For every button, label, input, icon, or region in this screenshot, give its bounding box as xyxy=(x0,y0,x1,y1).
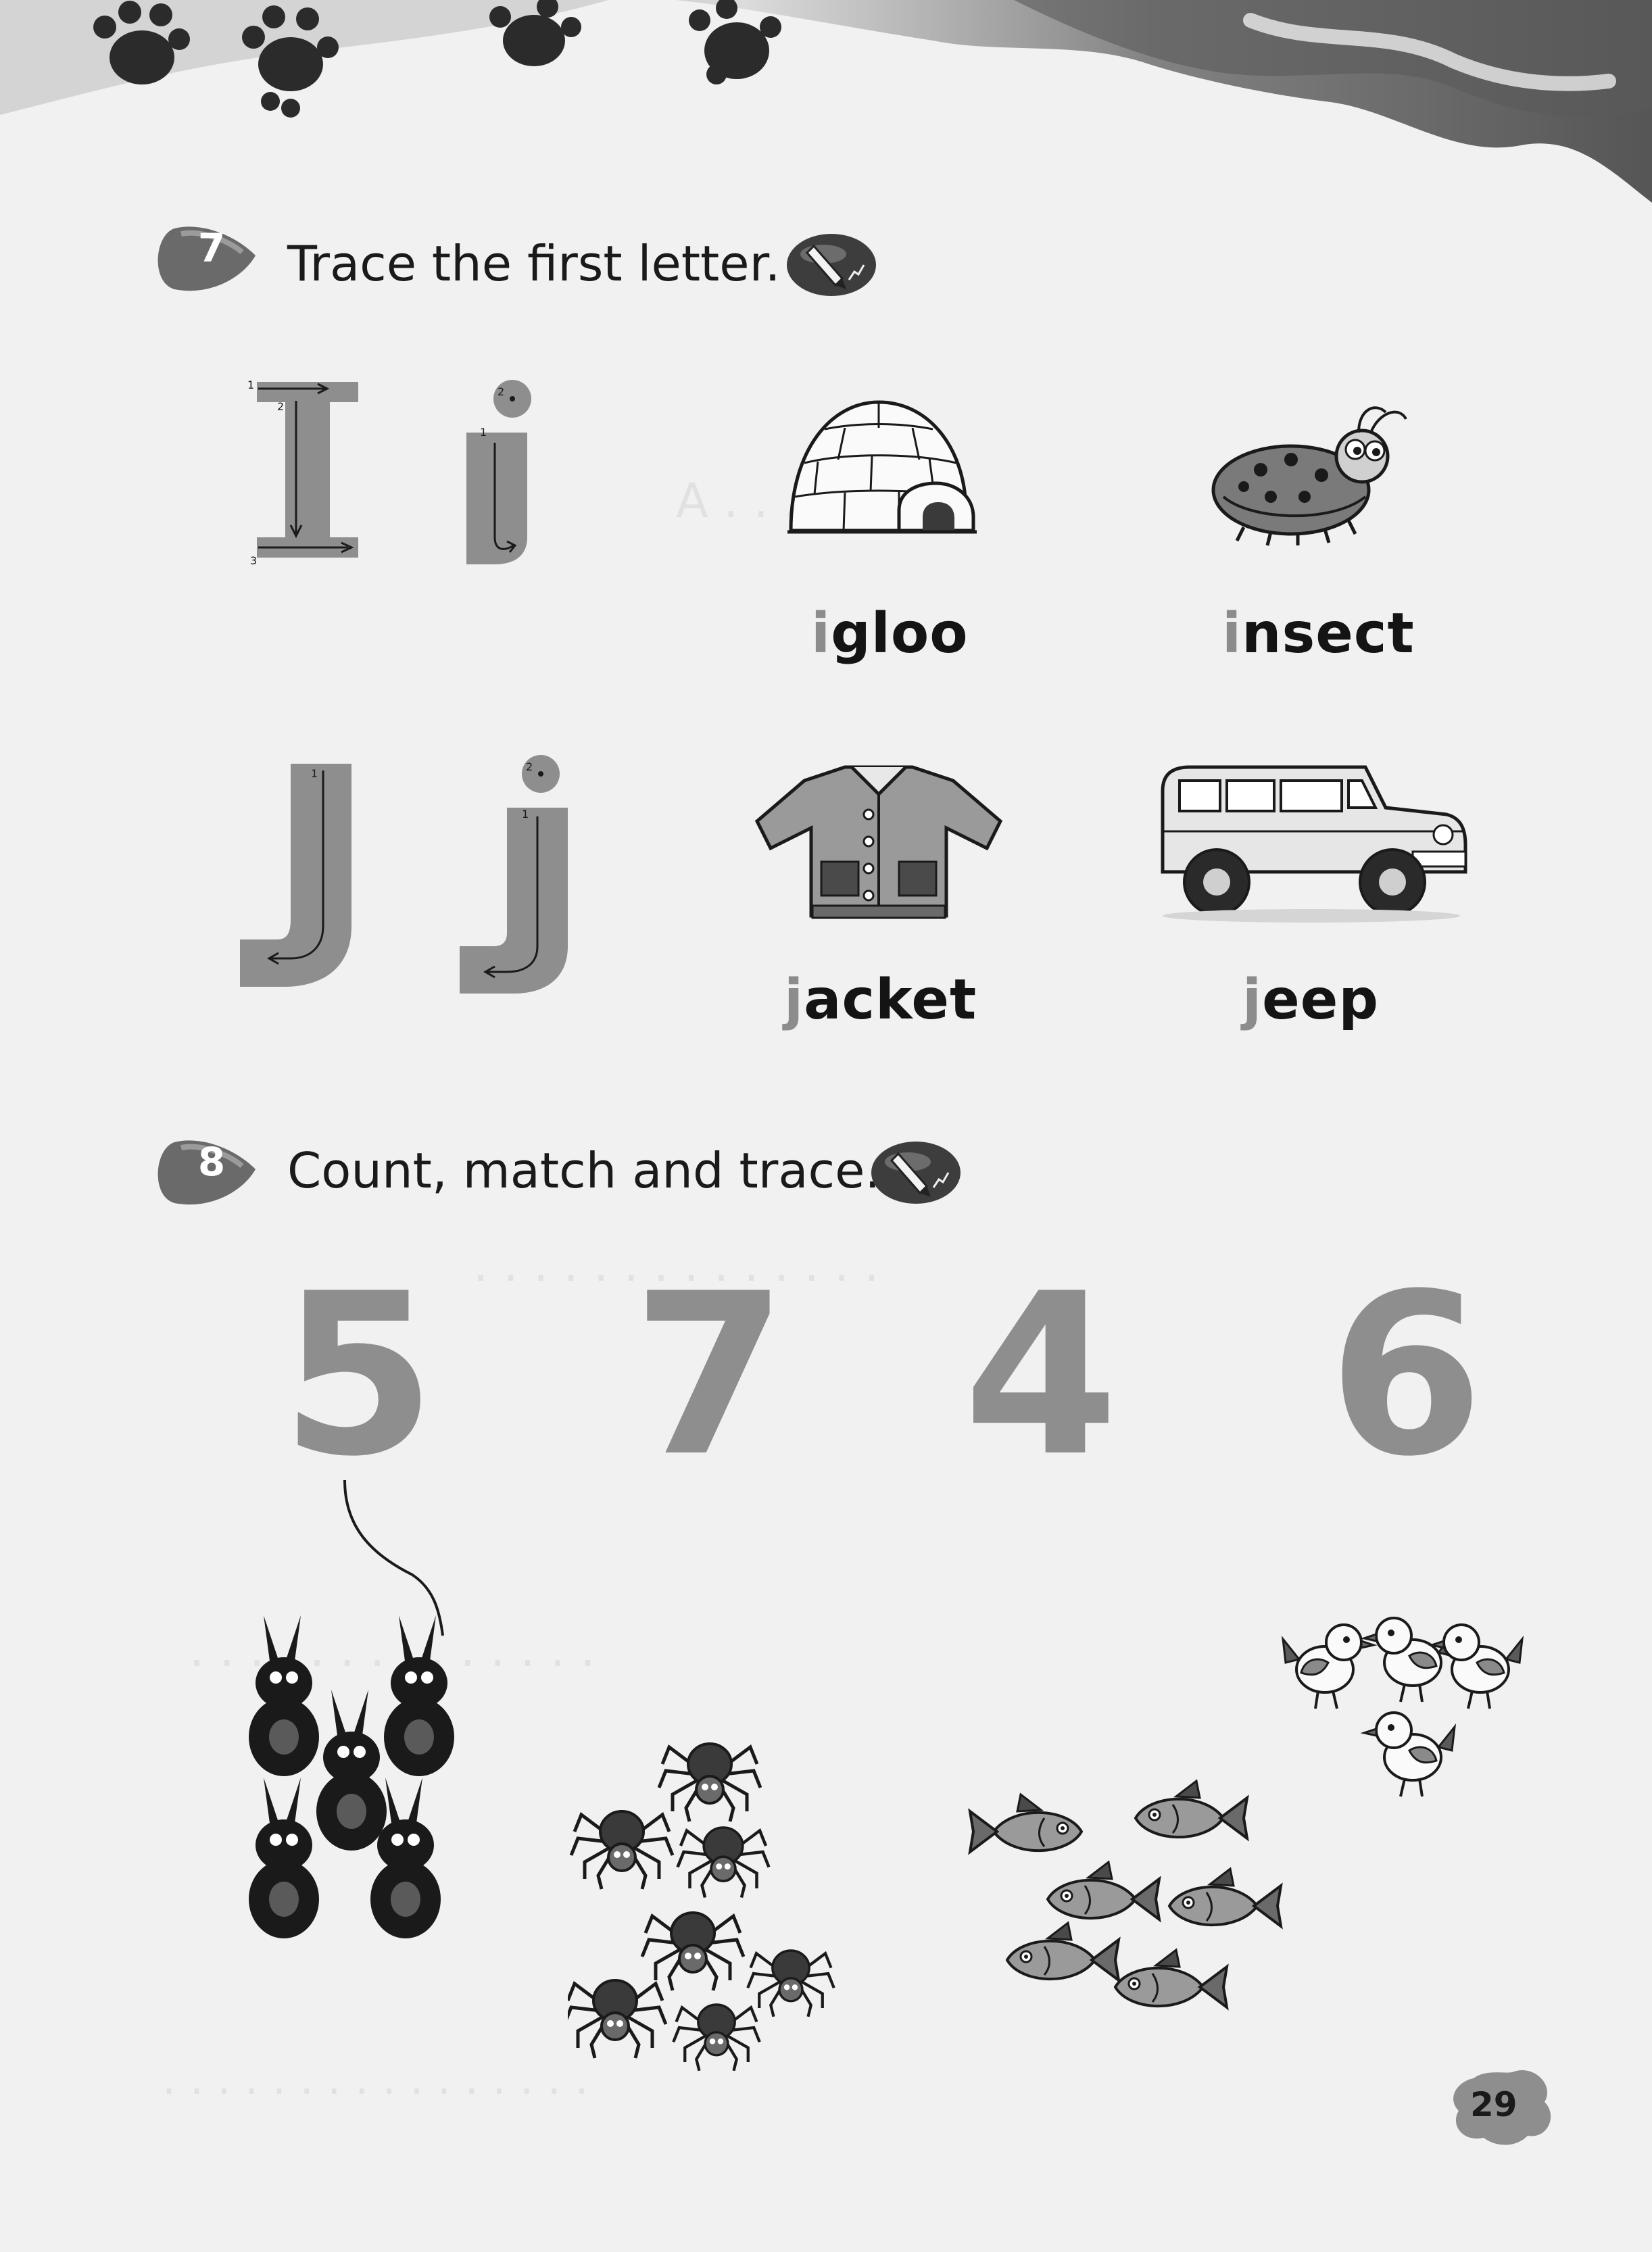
word-jacket: jacket xyxy=(784,968,977,1032)
fish-icon xyxy=(1168,1867,1282,1928)
word-insect: insect xyxy=(1222,602,1415,666)
spider-icon xyxy=(571,1811,673,1889)
fish-icon xyxy=(1006,1921,1120,1982)
svg-text:3: 3 xyxy=(250,554,257,567)
page-number: 29 xyxy=(1470,2085,1517,2124)
spiders-group xyxy=(568,1717,865,2082)
pencil-icon xyxy=(871,1142,961,1204)
bird-icon xyxy=(1430,1623,1524,1710)
spider-icon xyxy=(642,1913,744,1990)
svg-text:1: 1 xyxy=(480,426,487,439)
fish-icon xyxy=(1134,1780,1248,1840)
insect-picture xyxy=(1211,406,1407,546)
fish-group xyxy=(969,1780,1282,2009)
uppercase-letter-I: 1 2 3 xyxy=(247,378,358,567)
paw-icon xyxy=(689,0,781,84)
word-rest: nsect xyxy=(1242,602,1415,666)
rabbit-icon xyxy=(384,1615,454,1776)
spider-icon xyxy=(659,1744,760,1821)
spider-icon xyxy=(568,1980,666,2058)
jacket-picture xyxy=(754,765,1003,919)
word-first-letter: i xyxy=(1222,602,1242,666)
exercise-number: 7 xyxy=(197,225,226,271)
fish-icon xyxy=(1114,1949,1228,2009)
exercise-instruction: Trace the first letter. xyxy=(287,235,781,292)
rabbit-icon xyxy=(249,1778,319,1938)
jeep-picture xyxy=(1161,765,1467,923)
spider-icon xyxy=(678,1828,769,1898)
bird-icon xyxy=(1363,1711,1456,1798)
word-rest: gloo xyxy=(831,602,969,666)
svg-text:1: 1 xyxy=(522,808,529,821)
pencil-icon xyxy=(787,234,876,296)
bird-icon xyxy=(1282,1623,1375,1710)
word-first-letter: i xyxy=(811,602,831,666)
lowercase-letter-i: 2 1 xyxy=(466,380,531,564)
rabbit-icon xyxy=(249,1615,319,1776)
rabbits-group xyxy=(249,1615,454,1938)
bird-icon xyxy=(1363,1617,1456,1703)
word-jeep: jeep xyxy=(1242,968,1379,1032)
uppercase-letter-J: 1 xyxy=(240,764,351,987)
word-igloo: igloo xyxy=(811,602,969,666)
svg-text:2: 2 xyxy=(497,385,504,398)
ghost-text: . . . . . . . . . . . . . . . . xyxy=(162,2055,589,2105)
svg-text:1: 1 xyxy=(247,378,254,391)
exercise-instruction: Count, match and trace. xyxy=(287,1142,881,1199)
svg-text:1: 1 xyxy=(311,767,318,780)
word-first-letter: j xyxy=(784,968,804,1032)
spider-icon xyxy=(673,2005,760,2071)
paw-icon xyxy=(489,0,581,66)
lowercase-letter-j: 2 1 xyxy=(460,755,568,994)
spider-icon xyxy=(748,1951,834,2017)
trace-number-1: 5 xyxy=(281,1246,436,1505)
birds-group xyxy=(1282,1617,1524,1798)
word-rest: acket xyxy=(804,968,977,1032)
rabbit-icon xyxy=(316,1690,387,1851)
trace-number-2: 7 xyxy=(632,1246,787,1505)
fish-icon xyxy=(1046,1861,1161,1921)
trace-number-3: 4 xyxy=(963,1246,1119,1505)
fish-icon xyxy=(969,1793,1083,1853)
word-first-letter: j xyxy=(1242,968,1263,1032)
trace-number-4: 6 xyxy=(1328,1246,1484,1505)
igloo-picture xyxy=(787,400,977,534)
paw-icon xyxy=(93,1,190,84)
letter-pair-J: 1 2 1 xyxy=(240,755,568,994)
exercise-number: 8 xyxy=(197,1139,226,1185)
letter-pair-I: 1 2 3 2 1 xyxy=(247,378,531,567)
word-rest: eep xyxy=(1262,968,1380,1032)
paw-icon xyxy=(242,5,339,118)
svg-text:2: 2 xyxy=(526,760,533,773)
paw-prints xyxy=(93,0,781,118)
svg-text:2: 2 xyxy=(277,400,284,413)
